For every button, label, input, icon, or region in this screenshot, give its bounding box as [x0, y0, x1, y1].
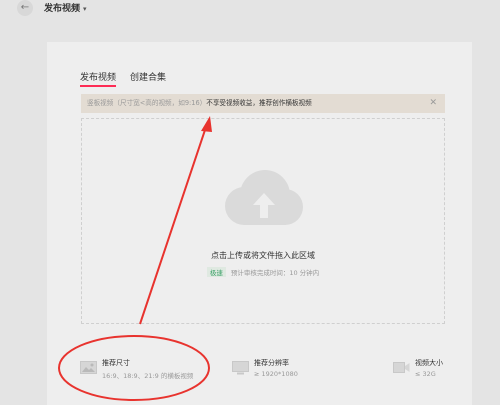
annotation-arrowhead — [201, 116, 212, 132]
annotation-circle — [58, 335, 210, 401]
annotation-overlay — [58, 116, 212, 401]
annotation-arrow — [139, 123, 208, 325]
